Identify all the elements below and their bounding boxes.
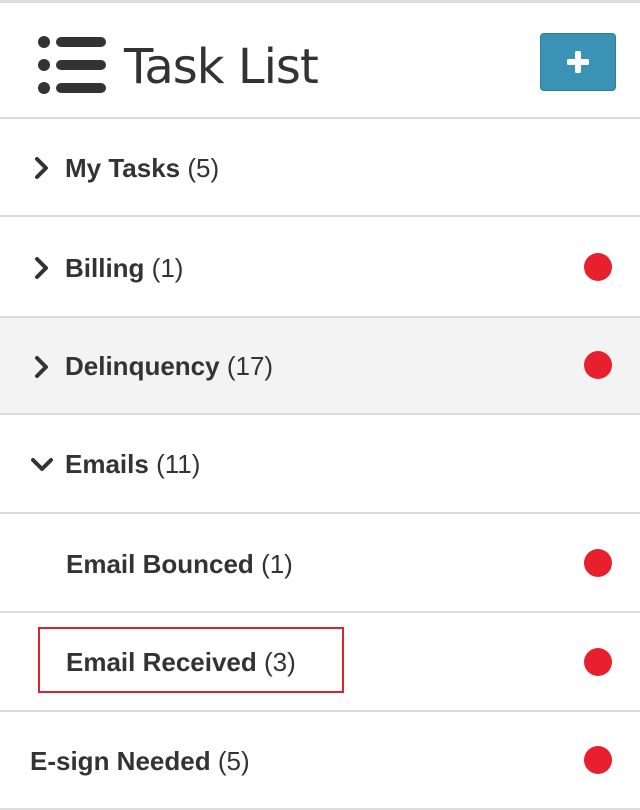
chevron-right-icon <box>35 356 48 378</box>
task-count: (17) <box>226 351 274 381</box>
alert-indicator-dot <box>584 351 612 379</box>
task-group-label: My Tasks (5) <box>65 152 219 184</box>
chevron-down-icon <box>31 458 53 471</box>
alert-indicator-dot <box>584 746 612 774</box>
task-group-label: Email Received (3) <box>66 646 296 678</box>
page-title: Task List <box>124 39 319 95</box>
chevron-right-icon <box>35 257 48 279</box>
task-count: (11) <box>156 449 201 479</box>
task-group-name: Billing <box>65 253 145 283</box>
task-count: (5) <box>187 153 220 183</box>
task-group-name: My Tasks <box>65 153 181 183</box>
task-count: (1) <box>151 253 184 283</box>
task-group-label: E-sign Needed (5) <box>30 745 250 777</box>
list-menu-icon[interactable] <box>38 36 106 94</box>
alert-indicator-dot <box>584 253 612 281</box>
task-group-my-tasks[interactable]: My Tasks (5) <box>0 119 640 217</box>
task-count: (1) <box>261 549 293 579</box>
task-group-name: Delinquency <box>65 351 220 381</box>
task-subgroup-email-bounced[interactable]: Email Bounced (1) <box>0 514 640 613</box>
plus-icon <box>567 51 589 73</box>
task-group-delinquency[interactable]: Delinquency (17) <box>0 318 640 415</box>
task-group-e-sign-needed[interactable]: E-sign Needed (5) <box>0 712 640 810</box>
task-group-billing[interactable]: Billing (1) <box>0 217 640 318</box>
task-group-label: Billing (1) <box>65 252 183 284</box>
task-group-label: Emails (11) <box>65 448 200 480</box>
task-group-label: Delinquency (17) <box>65 350 273 382</box>
task-group-name: Emails <box>65 449 149 479</box>
task-count: (3) <box>264 647 296 677</box>
task-group-name: E-sign Needed <box>30 746 211 776</box>
chevron-right-icon <box>35 157 48 179</box>
task-group-emails[interactable]: Emails (11) <box>0 415 640 514</box>
task-subgroup-email-received[interactable]: Email Received (3) <box>0 613 640 712</box>
alert-indicator-dot <box>584 549 612 577</box>
task-list-header: Task List <box>0 3 640 119</box>
task-group-label: Email Bounced (1) <box>66 548 293 580</box>
task-group-name: Email Received <box>66 647 257 677</box>
add-task-button[interactable] <box>540 33 616 91</box>
alert-indicator-dot <box>584 648 612 676</box>
task-group-name: Email Bounced <box>66 549 254 579</box>
task-count: (5) <box>217 746 250 776</box>
